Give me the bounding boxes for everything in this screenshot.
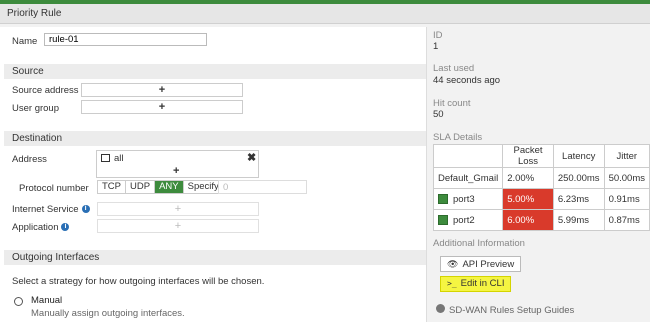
- protocol-option-udp[interactable]: UDP: [126, 181, 156, 193]
- protocol-option-specify[interactable]: Specify: [184, 181, 223, 193]
- page-title: Priority Rule: [7, 8, 62, 19]
- sla-header-row: Packet Loss Latency Jitter: [432, 144, 650, 168]
- last-used-label: Last used: [433, 63, 475, 74]
- terminal-icon: >_: [447, 279, 457, 288]
- sla-row-jitter: 0.87ms: [603, 209, 650, 231]
- manual-label: Manual: [31, 295, 63, 306]
- destination-address-label: Address: [12, 154, 47, 165]
- protocol-option-tcp[interactable]: TCP: [98, 181, 126, 193]
- hit-count-label: Hit count: [433, 98, 471, 109]
- sla-row-name: Default_Gmail: [432, 167, 504, 189]
- user-group-add-button[interactable]: +: [81, 100, 243, 114]
- sla-row-name-cell: port2: [432, 209, 504, 231]
- eye-icon: 👁: [447, 259, 459, 269]
- protocol-option-any[interactable]: ANY: [155, 181, 184, 193]
- source-section-header: Source: [4, 64, 426, 79]
- edit-in-cli-button[interactable]: >_ Edit in CLI: [440, 276, 512, 292]
- guides-icon: [436, 304, 445, 313]
- sla-row-latency: 6.23ms: [552, 188, 605, 210]
- sla-row-latency: 250.00ms: [552, 167, 605, 189]
- outgoing-section-header: Outgoing Interfaces: [4, 250, 426, 265]
- interface-icon: [438, 214, 448, 225]
- sla-header-packet-loss: Packet Loss: [502, 144, 554, 168]
- last-used-value: 44 seconds ago: [433, 75, 501, 86]
- rule-form: Name Source Source address + User group …: [0, 27, 427, 322]
- destination-address-box[interactable]: all ✖ +: [96, 150, 259, 178]
- sla-row-latency: 5.99ms: [552, 209, 605, 231]
- sla-row-jitter: 50.00ms: [603, 167, 650, 189]
- info-icon: i: [61, 223, 70, 232]
- destination-section-header: Destination: [4, 131, 426, 146]
- internet-service-label: Internet Service i: [12, 204, 90, 215]
- name-input[interactable]: [44, 33, 207, 46]
- additional-info-label: Additional Information: [433, 238, 525, 249]
- application-label: Application i: [12, 222, 70, 233]
- sd-wan-guides-link[interactable]: SD-WAN Rules Setup Guides: [449, 305, 574, 316]
- sla-table: Packet Loss Latency Jitter Default_Gmail…: [432, 144, 650, 231]
- user-group-label: User group: [12, 103, 59, 114]
- sla-header-latency: Latency: [552, 144, 605, 168]
- info-icon: i: [81, 205, 90, 214]
- address-object-icon: [101, 154, 110, 162]
- sla-header-jitter: Jitter: [603, 144, 650, 168]
- sla-row-jitter: 0.91ms: [603, 188, 650, 210]
- protocol-number-label: Protocol number: [19, 183, 89, 194]
- table-row: Default_Gmail 2.00% 250.00ms 50.00ms: [432, 167, 650, 189]
- manual-radio[interactable]: [14, 297, 23, 306]
- manual-description: Manually assign outgoing interfaces.: [31, 308, 185, 319]
- table-row: port3 5.00% 6.23ms 0.91ms: [432, 188, 650, 210]
- sla-row-loss: 5.00%: [502, 188, 554, 210]
- protocol-selector: TCP UDP ANY Specify: [97, 180, 224, 194]
- sla-details-label: SLA Details: [433, 132, 483, 143]
- table-row: port2 6.00% 5.99ms 0.87ms: [432, 209, 650, 231]
- interface-icon: [438, 193, 448, 204]
- id-label: ID: [433, 30, 443, 41]
- application-add-button[interactable]: +: [97, 219, 259, 233]
- outgoing-description: Select a strategy for how outgoing inter…: [12, 276, 265, 287]
- id-value: 1: [433, 41, 439, 52]
- sla-row-name-cell: port3: [432, 188, 504, 210]
- hit-count-value: 50: [433, 109, 444, 120]
- api-preview-button[interactable]: 👁 API Preview: [440, 256, 522, 272]
- remove-address-icon[interactable]: ✖: [247, 151, 256, 164]
- internet-service-add-button[interactable]: +: [97, 202, 259, 216]
- source-address-add-button[interactable]: +: [81, 83, 243, 97]
- title-bar: Priority Rule: [0, 4, 650, 24]
- destination-address-value: all: [114, 153, 124, 164]
- sla-row-loss: 2.00%: [502, 167, 554, 189]
- name-label: Name: [12, 36, 38, 47]
- sla-row-loss: 6.00%: [502, 209, 554, 231]
- add-address-icon[interactable]: +: [173, 165, 179, 177]
- sla-header-name: [432, 144, 504, 168]
- protocol-number-input[interactable]: 0: [218, 180, 307, 194]
- source-address-label: Source address: [12, 85, 79, 96]
